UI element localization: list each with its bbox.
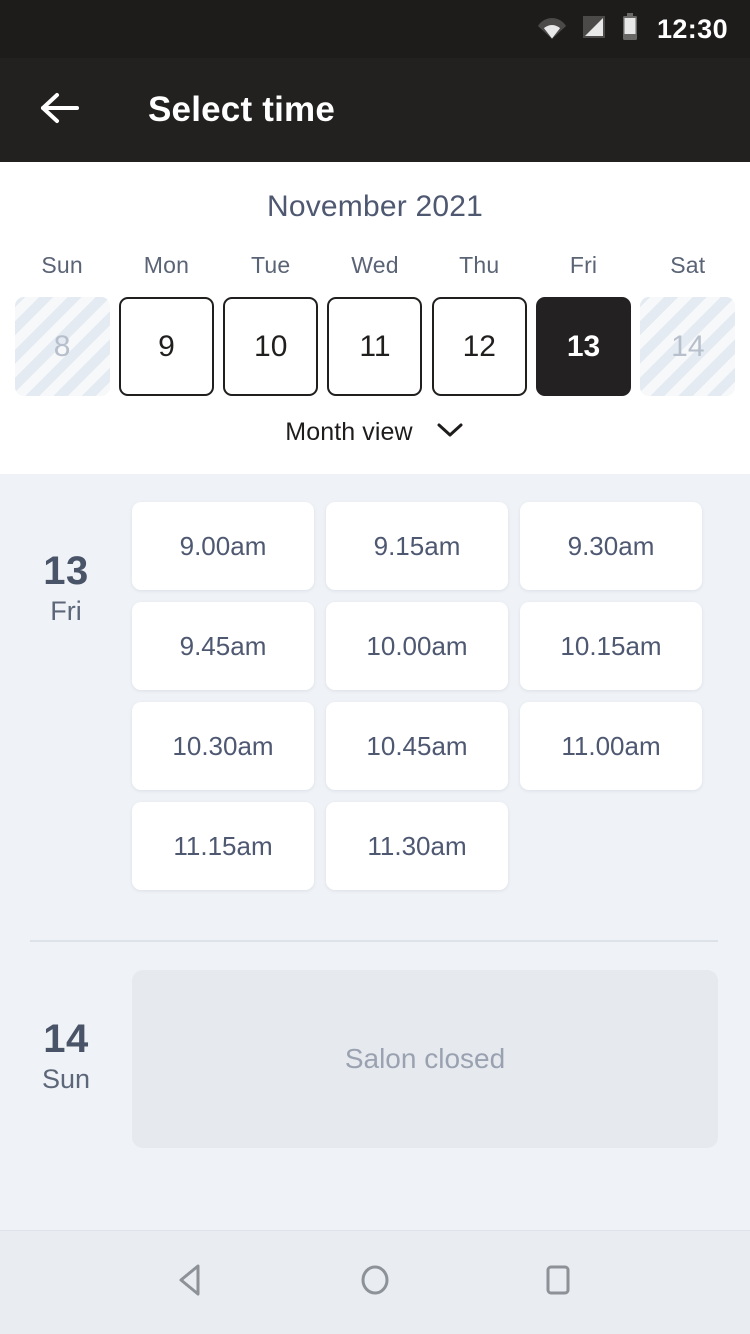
schedule-day-label: 13 Fri	[0, 502, 132, 890]
day-cell-wrap: 9	[114, 297, 218, 396]
schedule-day-14: 14 Sun Salon closed	[0, 942, 750, 1148]
phone-screen: 12:30 Select time November 2021 Sun Mon …	[0, 0, 750, 1334]
page-title: Select time	[148, 90, 336, 129]
salon-closed-card: Salon closed	[132, 970, 718, 1148]
schedule-list: 13 Fri 9.00am 9.15am 9.30am 9.45am 10.00…	[0, 474, 750, 1230]
schedule-day-13: 13 Fri 9.00am 9.15am 9.30am 9.45am 10.00…	[0, 474, 750, 890]
day-cell-wrap: 8	[10, 297, 114, 396]
time-slot[interactable]: 10.45am	[326, 702, 508, 790]
calendar-day-10[interactable]: 10	[223, 297, 319, 396]
app-bar: Select time	[0, 58, 750, 162]
day-cell-wrap: 13	[531, 297, 635, 396]
nav-back-button[interactable]	[157, 1248, 227, 1318]
day-cell-wrap: 11	[323, 297, 427, 396]
calendar-panel: November 2021 Sun Mon Tue Wed Thu Fri Sa…	[0, 162, 750, 474]
nav-home-button[interactable]	[340, 1248, 410, 1318]
calendar-day-13-selected[interactable]: 13	[536, 297, 632, 396]
calendar-day-14: 14	[640, 297, 736, 396]
calendar-day-8: 8	[14, 297, 110, 396]
weekday-label-sun: Sun	[41, 252, 83, 278]
nav-recents-icon	[540, 1261, 576, 1304]
time-slot[interactable]: 10.00am	[326, 602, 508, 690]
cellular-signal-icon	[581, 14, 607, 45]
time-slot[interactable]: 9.30am	[520, 502, 702, 590]
time-slot-grid: 9.00am 9.15am 9.30am 9.45am 10.00am 10.1…	[132, 502, 750, 890]
status-bar: 12:30	[0, 0, 750, 58]
schedule-day-label: 14 Sun	[0, 970, 132, 1148]
time-slot[interactable]: 9.00am	[132, 502, 314, 590]
schedule-day-number: 13	[43, 549, 89, 593]
time-slot[interactable]: 9.15am	[326, 502, 508, 590]
schedule-day-name: Fri	[50, 596, 82, 626]
calendar-day-9[interactable]: 9	[118, 297, 214, 396]
day-cell-wrap: 12	[427, 297, 531, 396]
weekday-label-tue: Tue	[251, 252, 291, 278]
weekday-label-mon: Mon	[143, 252, 190, 278]
time-slot[interactable]: 11.00am	[520, 702, 702, 790]
android-nav-bar	[0, 1230, 750, 1334]
status-bar-clock: 12:30	[656, 13, 728, 44]
chevron-down-icon	[435, 421, 465, 444]
weekday-header-row: Sun Mon Tue Wed Thu Fri Sat	[0, 252, 750, 279]
time-slot[interactable]: 10.30am	[132, 702, 314, 790]
day-cell-wrap: 14	[636, 297, 740, 396]
day-cell-wrap: 10	[219, 297, 323, 396]
calendar-day-12[interactable]: 12	[431, 297, 527, 396]
back-button[interactable]	[30, 79, 92, 141]
wifi-icon	[537, 14, 567, 45]
weekday-label-sat: Sat	[670, 252, 706, 278]
calendar-day-11[interactable]: 11	[327, 297, 423, 396]
time-slot[interactable]: 9.45am	[132, 602, 314, 690]
weekday-label-fri: Fri	[569, 252, 598, 278]
time-slot[interactable]: 11.30am	[326, 802, 508, 890]
nav-back-icon	[174, 1261, 210, 1304]
weekday-label-wed: Wed	[351, 252, 399, 278]
month-view-toggle[interactable]: Month view	[0, 418, 750, 447]
nav-home-icon	[357, 1261, 393, 1304]
back-arrow-icon	[39, 91, 83, 130]
weekday-label-thu: Thu	[459, 252, 500, 278]
month-view-label: Month view	[285, 418, 413, 446]
schedule-day-number: 14	[43, 1017, 89, 1061]
calendar-month-title: November 2021	[266, 190, 484, 223]
calendar-week-row: 8 9 10 11 12 13 14	[0, 297, 750, 396]
battery-icon	[621, 12, 639, 46]
time-slot[interactable]: 11.15am	[132, 802, 314, 890]
schedule-day-name: Sun	[41, 1064, 91, 1094]
time-slot[interactable]: 10.15am	[520, 602, 702, 690]
nav-recents-button[interactable]	[523, 1248, 593, 1318]
